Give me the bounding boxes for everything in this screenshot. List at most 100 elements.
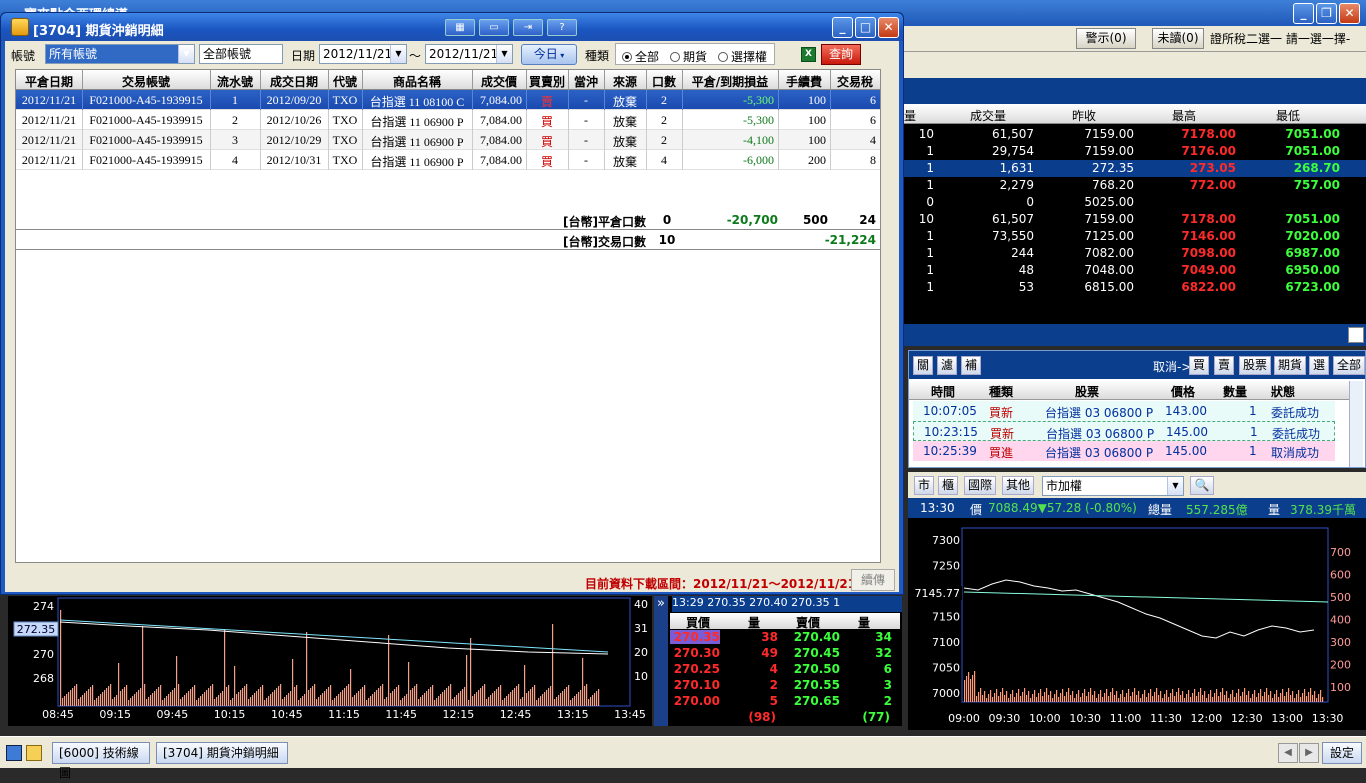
grid-col-fee[interactable]: 手續費 (778, 73, 830, 90)
grid-col-price[interactable]: 成交價 (472, 73, 526, 90)
filter-orders-button[interactable]: 濾 (937, 356, 957, 375)
quote-row[interactable]: 0 0 5025.00 (904, 194, 1366, 211)
column-divider[interactable] (568, 70, 569, 90)
quote-row[interactable]: 1 73,550 7125.00 7146.00 7020.00 (904, 228, 1366, 245)
column-divider[interactable] (362, 70, 363, 90)
column-divider[interactable] (778, 70, 779, 90)
quote-row[interactable]: 1 48 7048.00 7049.00 6950.00 (904, 262, 1366, 279)
grid-col-trade-date[interactable]: 成交日期 (260, 73, 328, 90)
type-label: 種類 (585, 49, 610, 63)
quote-row[interactable]: 1 53 6815.00 6822.00 6723.00 (904, 279, 1366, 296)
account-select[interactable]: 所有帳號 ▼ (45, 44, 195, 64)
alert-button[interactable]: 警示(0) (1076, 28, 1136, 49)
quote-row[interactable]: 1 244 7082.00 7098.00 6987.00 (904, 245, 1366, 262)
window-link-icon[interactable]: ▭ (479, 19, 509, 36)
refill-orders-button[interactable]: 補 (961, 356, 981, 375)
dialog-minimize-button[interactable]: _ (832, 17, 853, 38)
book-row[interactable]: 270.00 5 270.65 2 (670, 693, 900, 709)
type-all-radio[interactable]: 全部 (622, 48, 659, 65)
cancel-futures-button[interactable]: 期貨 (1274, 356, 1306, 375)
dialog-maximize-button[interactable]: □ (855, 17, 876, 38)
grid-col-source[interactable]: 來源 (604, 73, 646, 90)
volume-bar (62, 698, 64, 706)
tab-other[interactable]: 其他 (1002, 476, 1034, 495)
volume-bar (110, 684, 112, 706)
quote-row[interactable]: 1 1,631 272.35 273.05 268.70 (904, 160, 1366, 177)
tab-otc[interactable]: 櫃 (938, 476, 958, 495)
order-row[interactable]: 10:07:05 買新 台指選 03 06800 P 143.00 1 委託成功 (913, 401, 1335, 421)
column-divider[interactable] (604, 70, 605, 90)
cancel-options-button[interactable]: 選 (1309, 356, 1329, 375)
panel-toggle-icon[interactable] (1348, 327, 1364, 343)
grid-col-daytrade[interactable]: 當沖 (568, 73, 604, 90)
book-row[interactable]: 270.35 38 270.40 34 (670, 629, 900, 645)
grid-row[interactable]: 2012/11/21 F021000-A45-1939915 2 2012/10/26… (16, 110, 880, 130)
cancel-stock-button[interactable]: 股票 (1239, 356, 1271, 375)
task-technical-chart[interactable]: [6000] 技術線圖 (52, 742, 150, 780)
column-divider[interactable] (328, 70, 329, 90)
column-divider[interactable] (830, 70, 831, 90)
app-restore-button[interactable]: ❐ (1316, 3, 1337, 24)
order-row[interactable]: 10:25:39 買進 台指選 03 06800 P 145.00 1 取消成功 (913, 441, 1335, 461)
scroll-left-icon[interactable]: ◀ (1278, 743, 1298, 763)
continue-download-button[interactable]: 續傳 (851, 569, 895, 591)
close-orders-button[interactable]: 關 (913, 356, 933, 375)
book-row[interactable]: 270.10 2 270.55 3 (670, 677, 900, 693)
cancel-buy-button[interactable]: 買 (1189, 356, 1209, 375)
query-button[interactable]: 查詢 (821, 44, 861, 65)
folder-icon[interactable] (26, 745, 42, 761)
type-options-radio[interactable]: 選擇權 (718, 48, 767, 65)
search-icon[interactable]: 🔍 (1190, 476, 1214, 495)
column-divider[interactable] (646, 70, 647, 90)
grid-col-product[interactable]: 商品名稱 (362, 73, 472, 90)
grid-col-lots[interactable]: 口數 (646, 73, 682, 90)
tab-international[interactable]: 國際 (964, 476, 996, 495)
market-select[interactable]: 市加權 ▼ (1042, 476, 1184, 496)
date-from-picker[interactable]: 2012/11/21 ▼ (319, 44, 407, 64)
quote-row[interactable]: 10 61,507 7159.00 7178.00 7051.00 (904, 126, 1366, 143)
column-divider[interactable] (82, 70, 83, 90)
layout-icon[interactable]: ▦ (445, 19, 475, 36)
column-divider[interactable] (526, 70, 527, 90)
column-divider[interactable] (210, 70, 211, 90)
settings-button[interactable]: 設定 (1322, 742, 1362, 764)
dialog-close-button[interactable]: ✕ (878, 17, 899, 38)
type-futures-radio[interactable]: 期貨 (670, 48, 707, 65)
column-divider[interactable] (682, 70, 683, 90)
grid-col-close-date[interactable]: 平倉日期 (16, 73, 82, 90)
grid-col-pnl[interactable]: 平倉/到期損益 (682, 73, 778, 90)
help-icon[interactable]: ? (547, 19, 577, 36)
book-row[interactable]: 270.30 49 270.45 32 (670, 645, 900, 661)
account-text-field[interactable]: 全部帳號 (199, 44, 283, 64)
order-scrollbar[interactable] (1349, 381, 1363, 467)
quote-row[interactable]: 1 29,754 7159.00 7176.00 7051.00 (904, 143, 1366, 160)
quote-row[interactable]: 1 2,279 768.20 772.00 757.00 (904, 177, 1366, 194)
grid-col-tax[interactable]: 交易稅 (830, 73, 880, 90)
app-minimize-button[interactable]: _ (1293, 3, 1314, 24)
book-row[interactable]: 270.25 4 270.50 6 (670, 661, 900, 677)
column-divider[interactable] (260, 70, 261, 90)
cancel-all-button[interactable]: 全部 (1333, 356, 1365, 375)
scroll-right-icon[interactable]: ▶ (1299, 743, 1319, 763)
order-row[interactable]: 10:23:15 買新 台指選 03 06800 P 145.00 1 委託成功 (913, 421, 1335, 441)
quote-row[interactable]: 10 61,507 7159.00 7178.00 7051.00 (904, 211, 1366, 228)
grid-row[interactable]: 2012/11/21 F021000-A45-1939915 4 2012/10/31… (16, 150, 880, 170)
grid-col-serial[interactable]: 流水號 (210, 73, 260, 90)
window-icon[interactable] (6, 745, 22, 761)
expand-icon[interactable]: » (654, 596, 668, 726)
unread-button[interactable]: 未讀(0) (1152, 28, 1204, 49)
column-divider[interactable] (472, 70, 473, 90)
app-close-button[interactable]: ✕ (1339, 3, 1360, 24)
date-to-picker[interactable]: 2012/11/21 ▼ (425, 44, 513, 64)
grid-col-side[interactable]: 買賣別 (526, 73, 568, 90)
excel-export-icon[interactable]: X (801, 47, 816, 62)
tab-market[interactable]: 市 (914, 476, 934, 495)
grid-row[interactable]: 2012/11/21 F021000-A45-1939915 3 2012/10/29… (16, 130, 880, 150)
cancel-sell-button[interactable]: 賣 (1214, 356, 1234, 375)
today-button[interactable]: 今日 ▾ (521, 44, 577, 65)
grid-row[interactable]: 2012/11/21 F021000-A45-1939915 1 2012/09/20… (16, 90, 880, 110)
task-futures-detail[interactable]: [3704] 期貨沖銷明細 (156, 742, 288, 764)
grid-col-code[interactable]: 代號 (328, 73, 362, 90)
grid-col-account[interactable]: 交易帳號 (82, 73, 210, 90)
detach-icon[interactable]: ⇥ (513, 19, 543, 36)
